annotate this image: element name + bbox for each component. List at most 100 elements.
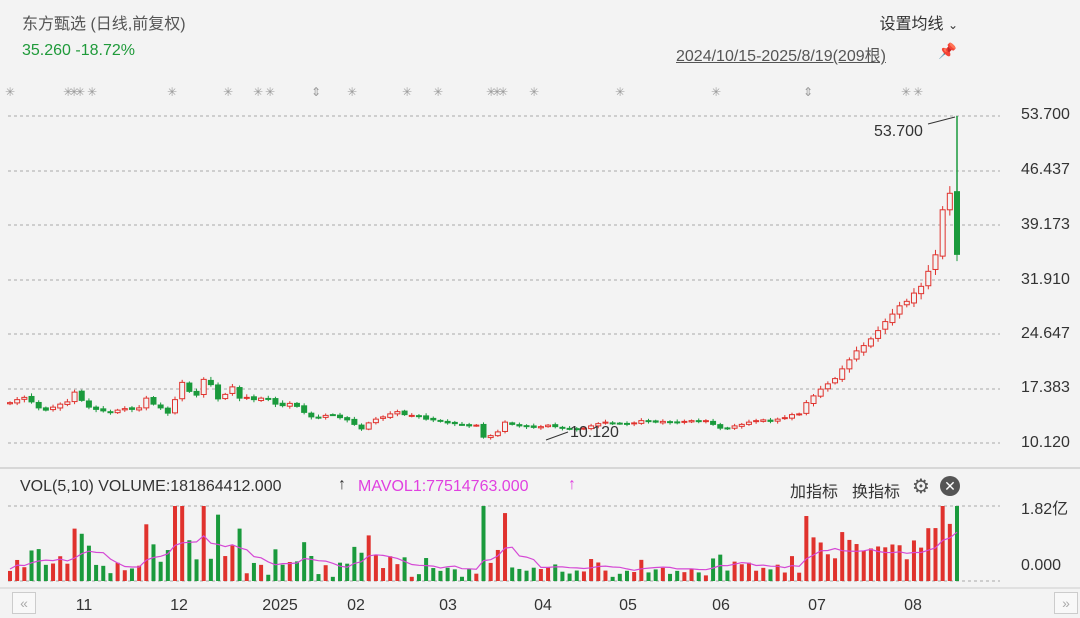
candle-body (437, 419, 444, 422)
volume-bar (79, 533, 84, 581)
candle-body (279, 402, 286, 407)
volume-bar (244, 573, 249, 581)
scroll-right-button[interactable]: » (1054, 592, 1078, 614)
candle-body (387, 413, 394, 418)
candle-body (344, 417, 351, 421)
pin-icon[interactable]: 📌 (938, 42, 957, 60)
volume-bar (29, 550, 34, 581)
volume-bar (904, 559, 909, 581)
volume-bar (668, 573, 673, 581)
volume-bar (682, 572, 687, 581)
event-marker: ⇕ (803, 85, 813, 99)
candle-body (408, 414, 415, 417)
candle-body (451, 421, 458, 425)
y-tick-label: 24.647 (1021, 325, 1070, 342)
candle-body (21, 396, 28, 400)
volume-bar (481, 506, 486, 581)
candle-body (394, 411, 401, 415)
volume-bar (926, 528, 931, 581)
volume-bar (424, 558, 429, 581)
event-marker: ✳ (901, 85, 911, 99)
volume-bar (43, 564, 48, 581)
event-marker: ✳ (253, 85, 263, 99)
candle-body (623, 422, 630, 425)
volume-bar (624, 570, 629, 581)
candle-body (365, 422, 372, 430)
switch-indicator-button[interactable]: 换指标 (852, 478, 900, 502)
volume-bar (696, 572, 701, 581)
volume-y-tick: 0.000 (1021, 557, 1062, 574)
candle-body (552, 424, 559, 428)
candle-body (250, 396, 257, 401)
candle-body (509, 422, 516, 425)
event-marker: ✳ (87, 85, 97, 99)
chevron-down-icon: ⌄ (947, 18, 958, 32)
candle-body (193, 390, 200, 396)
volume-bar (653, 569, 658, 581)
date-range[interactable]: 2024/10/15-2025/8/19(209根) (676, 42, 886, 66)
volume-bar (51, 563, 56, 581)
candle-body (839, 368, 846, 380)
candle-body (559, 426, 566, 429)
volume-bar (416, 574, 421, 581)
candle-body (200, 378, 207, 396)
volume-bar (581, 571, 586, 581)
candle-body (100, 408, 107, 412)
volume-bar (911, 540, 916, 581)
candle-body (745, 421, 752, 425)
volume-bar (868, 548, 873, 581)
volume-bar (574, 570, 579, 581)
candle-body (516, 424, 523, 427)
volume-bar (847, 539, 852, 581)
candle-body (415, 415, 422, 418)
x-tick-label: 2025 (262, 597, 298, 614)
settings-ma-button[interactable]: 设置均线 ⌄ (879, 10, 958, 34)
close-icon[interactable]: ✕ (940, 476, 960, 496)
volume-bar (617, 573, 622, 581)
candle-body (128, 407, 135, 410)
candle-body (910, 292, 917, 304)
min-annotation-arrow (545, 431, 569, 441)
add-indicator-button[interactable]: 加指标 (790, 478, 838, 502)
candle-body (939, 209, 946, 257)
candle-body (57, 403, 64, 409)
volume-bar (173, 506, 178, 581)
candle-body (430, 417, 437, 421)
price-chart[interactable]: ✳ ✳✳✳ ✳ ✳ ✳ ✳ ✳ ⇕ ✳ ✳ ✳ ✳✳✳ ✳ ✳ ✳ ⇕ ✳ ✳ 53.70010.120 (0, 0, 1080, 618)
volume-title: VOL(5,10) VOLUME:181864412.000 (20, 478, 282, 495)
candle-body (265, 397, 272, 400)
x-tick-label: 07 (808, 597, 826, 614)
candle-body (602, 421, 609, 424)
scroll-left-button[interactable]: « (12, 592, 36, 614)
candle-body (186, 382, 193, 392)
volume-bar (216, 514, 221, 581)
candle-body (229, 386, 236, 394)
event-marker: ✳ (347, 85, 357, 99)
volume-bar (646, 572, 651, 581)
candle-body (896, 305, 903, 315)
candle-body (64, 401, 71, 405)
candle-body (136, 407, 143, 411)
candle-body (236, 387, 243, 399)
candle-body (530, 425, 537, 428)
candle-body (502, 421, 509, 432)
event-marker: ✳ (615, 85, 625, 99)
volume-bar (381, 568, 386, 581)
event-markers: ✳ ✳✳✳ ✳ ✳ ✳ ✳ ✳ ⇕ ✳ ✳ ✳ ✳✳✳ ✳ ✳ ✳ ⇕ ✳ ✳ (5, 85, 923, 99)
candle-body (121, 408, 128, 411)
candle-body (853, 350, 860, 360)
event-marker: ✳ (498, 85, 508, 99)
candle-body (351, 418, 358, 425)
volume-bar (359, 552, 364, 581)
volume-bar (718, 554, 723, 581)
event-marker: ✳ (5, 85, 15, 99)
candle-body (674, 421, 681, 424)
candle-body (444, 420, 451, 424)
gear-icon[interactable]: ⚙ (912, 474, 930, 499)
candle-body (14, 399, 21, 404)
candle-body (207, 379, 214, 386)
candle-body (667, 421, 674, 424)
volume-bar (438, 570, 443, 581)
candles[interactable] (7, 116, 960, 440)
x-tick-label: 08 (904, 597, 922, 614)
